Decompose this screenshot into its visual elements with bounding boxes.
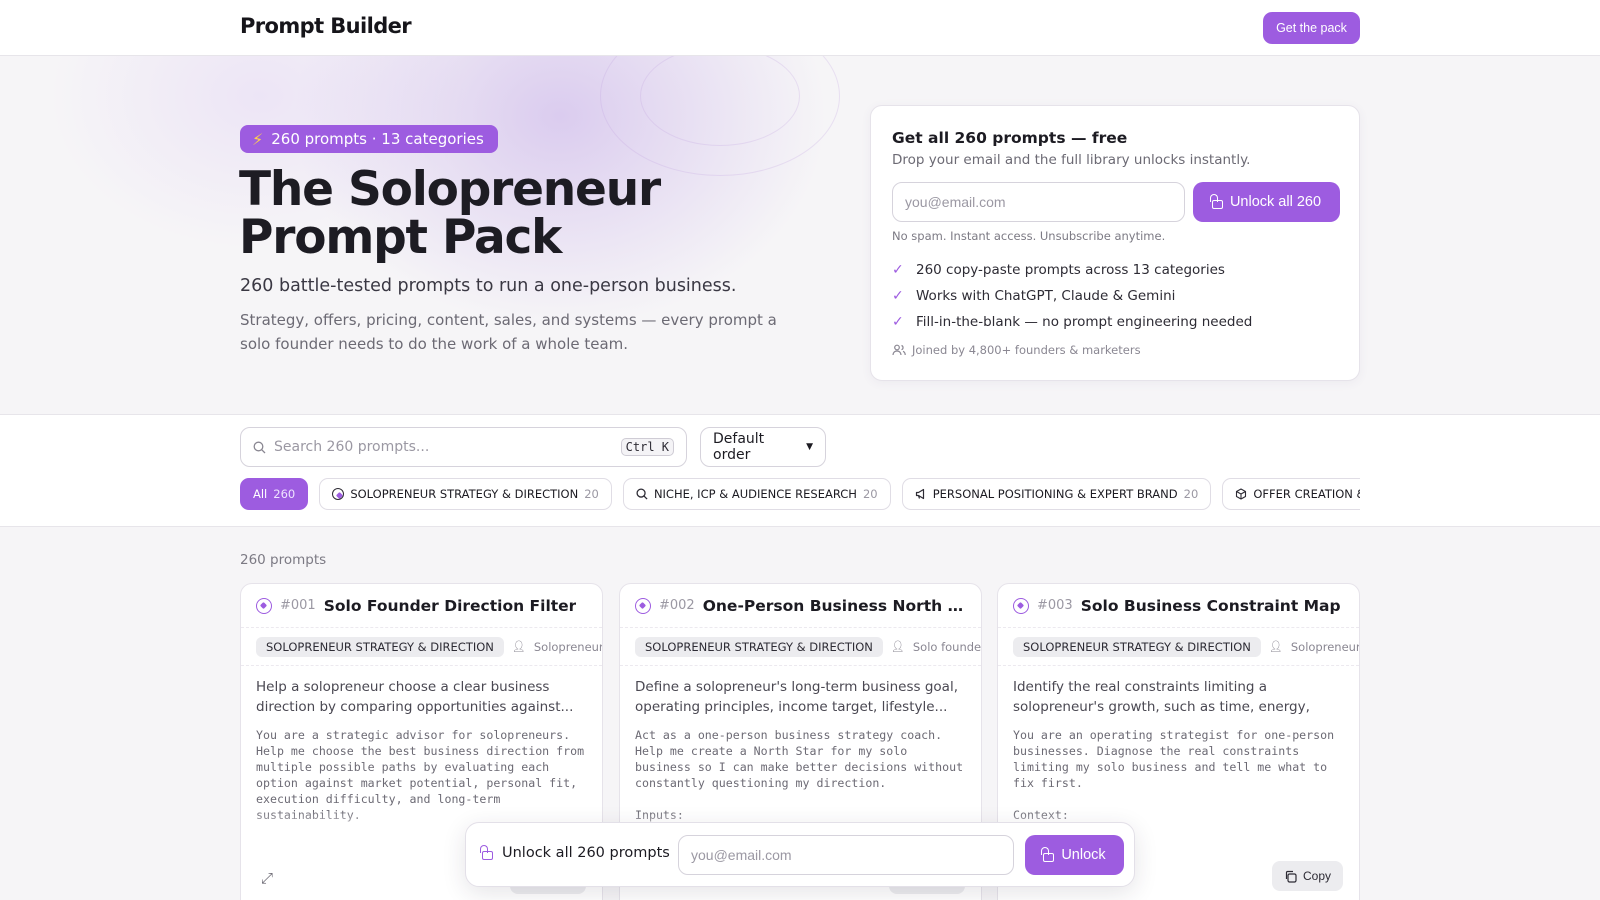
prompt-number: #003 xyxy=(1037,598,1073,613)
signup-title: Get all 260 prompts — free xyxy=(892,129,1128,147)
card-header: #001 Solo Founder Direction Filter xyxy=(241,584,602,628)
signup-subtitle: Drop your email and the full library unl… xyxy=(892,152,1251,168)
prompt-number: #002 xyxy=(659,598,695,613)
check-icon: ✓ xyxy=(892,262,904,278)
filter-bar: Ctrl K Default order ▼ All 260 SOLOPRENE… xyxy=(0,414,1600,527)
audience-label: Solopreneurs xyxy=(533,639,602,654)
chip-label: All xyxy=(253,487,268,501)
lock-icon xyxy=(480,844,493,860)
compass-icon xyxy=(635,597,651,614)
hero-badge-label: 260 prompts · 13 categories xyxy=(271,130,484,148)
prompt-title: Solo Business Constraint Map xyxy=(1080,596,1341,615)
floating-bar-text: Unlock all 260 prompts xyxy=(502,845,670,861)
check-icon: ✓ xyxy=(892,314,904,330)
user-icon: 👤︎ xyxy=(511,640,526,653)
feature-text: Fill-in-the-blank — no prompt engineerin… xyxy=(916,314,1253,330)
get-pack-button[interactable]: Get the pack xyxy=(1263,12,1360,44)
copy-button[interactable]: Copy xyxy=(1271,861,1343,891)
chip-positioning[interactable]: PERSONAL POSITIONING & EXPERT BRAND 20 xyxy=(901,478,1212,510)
audience-label: Solopreneurs xyxy=(1290,639,1359,654)
compass-icon xyxy=(256,597,272,614)
prompt-title: Solo Founder Direction Filter xyxy=(323,596,577,615)
floating-unlock-bar: Unlock all 260 prompts Unlock xyxy=(465,822,1135,887)
hero-subtitle: 260 battle-tested prompts to run a one-p… xyxy=(240,276,737,296)
hero-description: Strategy, offers, pricing, content, sale… xyxy=(240,311,777,353)
search-input[interactable] xyxy=(274,439,613,455)
unlock-all-label: Unlock all 260 xyxy=(1229,194,1322,210)
feature-text: Works with ChatGPT, Claude & Gemini xyxy=(916,288,1176,304)
chip-label: SOLOPRENEUR STRATEGY & DIRECTION xyxy=(350,487,579,501)
lightning-icon: ⚡ xyxy=(252,129,264,149)
chip-label: PERSONAL POSITIONING & EXPERT BRAND xyxy=(932,487,1178,501)
user-icon: 👤︎ xyxy=(1268,640,1283,653)
card-meta: SOLOPRENEUR STRATEGY & DIRECTION 👤︎ Solo… xyxy=(998,628,1359,666)
chip-niche[interactable]: NICHE, ICP & AUDIENCE RESEARCH 20 xyxy=(622,478,891,510)
copy-label: Copy xyxy=(1302,869,1331,883)
prompt-title: One-Person Business North Star ... xyxy=(702,596,966,615)
page-title: The Solopreneur Prompt Pack xyxy=(239,162,661,265)
feature-list: ✓ 260 copy-paste prompts across 13 catego… xyxy=(892,257,1252,335)
copy-icon xyxy=(1285,870,1297,883)
search-box[interactable]: Ctrl K xyxy=(240,427,687,467)
category-pill: SOLOPRENEUR STRATEGY & DIRECTION xyxy=(635,636,883,657)
card-meta: SOLOPRENEUR STRATEGY & DIRECTION 👤︎ Solo… xyxy=(620,628,981,666)
prompt-description: Define a solopreneur's long-term busines… xyxy=(635,679,958,715)
joined-note: Joined by 4,800+ founders & marketers xyxy=(892,343,1141,357)
chip-offer[interactable]: OFFER CREATION & PACKAGING 20 xyxy=(1222,478,1360,510)
category-pill: SOLOPRENEUR STRATEGY & DIRECTION xyxy=(1013,636,1261,657)
lock-icon xyxy=(1209,193,1223,209)
compass-icon xyxy=(1013,597,1029,614)
chip-all[interactable]: All 260 xyxy=(240,478,309,510)
category-pill: SOLOPRENEUR STRATEGY & DIRECTION xyxy=(256,636,504,657)
compass-icon xyxy=(332,488,345,500)
sort-dropdown[interactable]: Default order ▼ xyxy=(700,427,826,467)
category-chips: All 260 SOLOPRENEUR STRATEGY & DIRECTION… xyxy=(240,478,1360,510)
feature-item: ✓ 260 copy-paste prompts across 13 catego… xyxy=(892,257,1252,283)
card-header: #003 Solo Business Constraint Map xyxy=(998,584,1359,628)
check-icon: ✓ xyxy=(892,288,904,304)
chip-label: NICHE, ICP & AUDIENCE RESEARCH xyxy=(653,487,857,501)
prompt-description: Identify the real constraints limiting a… xyxy=(1013,679,1310,715)
user-icon: 👤︎ xyxy=(890,640,905,653)
top-nav: Prompt Builder Get the pack xyxy=(0,0,1600,56)
signup-email-input[interactable] xyxy=(892,182,1185,222)
chip-count: 20 xyxy=(862,487,878,501)
joined-text: Joined by 4,800+ founders & marketers xyxy=(912,343,1141,357)
hero-section: ⚡ 260 prompts · 13 categories The Solopr… xyxy=(0,56,1600,414)
brand-logo[interactable]: Prompt Builder xyxy=(240,14,412,38)
users-icon xyxy=(892,344,906,356)
floating-unlock-label: Unlock xyxy=(1061,847,1106,863)
chip-strategy[interactable]: SOLOPRENEUR STRATEGY & DIRECTION 20 xyxy=(319,478,612,510)
hero-badge: ⚡ 260 prompts · 13 categories xyxy=(240,125,498,153)
unlock-all-button[interactable]: Unlock all 260 xyxy=(1193,182,1340,222)
prompt-description: Help a solopreneur choose a clear busine… xyxy=(256,679,574,715)
chip-count: 260 xyxy=(273,487,296,501)
box-icon xyxy=(1236,488,1247,500)
feature-text: 260 copy-paste prompts across 13 categor… xyxy=(916,262,1225,278)
expand-icon[interactable]: ⤢ xyxy=(261,869,273,887)
card-meta: SOLOPRENEUR STRATEGY & DIRECTION 👤︎ Solo… xyxy=(241,628,602,666)
floating-unlock-button[interactable]: Unlock xyxy=(1025,835,1124,875)
floating-email-input[interactable] xyxy=(678,835,1014,875)
signup-card: Get all 260 prompts — free Drop your ema… xyxy=(870,105,1360,381)
search-icon xyxy=(253,441,266,453)
megaphone-icon xyxy=(915,488,924,500)
chip-count: 20 xyxy=(1183,487,1199,501)
card-header: #002 One-Person Business North Star ... xyxy=(620,584,981,628)
prompt-number: #001 xyxy=(280,598,316,613)
signup-note: No spam. Instant access. Unsubscribe any… xyxy=(892,229,1166,243)
results-count: 260 prompts xyxy=(240,552,327,568)
audience-label: Solo founder xyxy=(912,639,981,654)
shortcut-hint: Ctrl K xyxy=(620,438,674,456)
search-icon xyxy=(636,488,648,500)
caret-down-icon: ▼ xyxy=(806,442,813,452)
floating-bar-label: Unlock all 260 prompts xyxy=(480,844,670,861)
feature-item: ✓ Works with ChatGPT, Claude & Gemini xyxy=(892,283,1252,309)
chip-label: OFFER CREATION & PACKAGING xyxy=(1253,487,1360,501)
lock-icon xyxy=(1041,846,1055,862)
feature-item: ✓ Fill-in-the-blank — no prompt engineeri… xyxy=(892,309,1252,335)
sort-label: Default order xyxy=(713,431,765,463)
chip-count: 20 xyxy=(584,487,599,501)
